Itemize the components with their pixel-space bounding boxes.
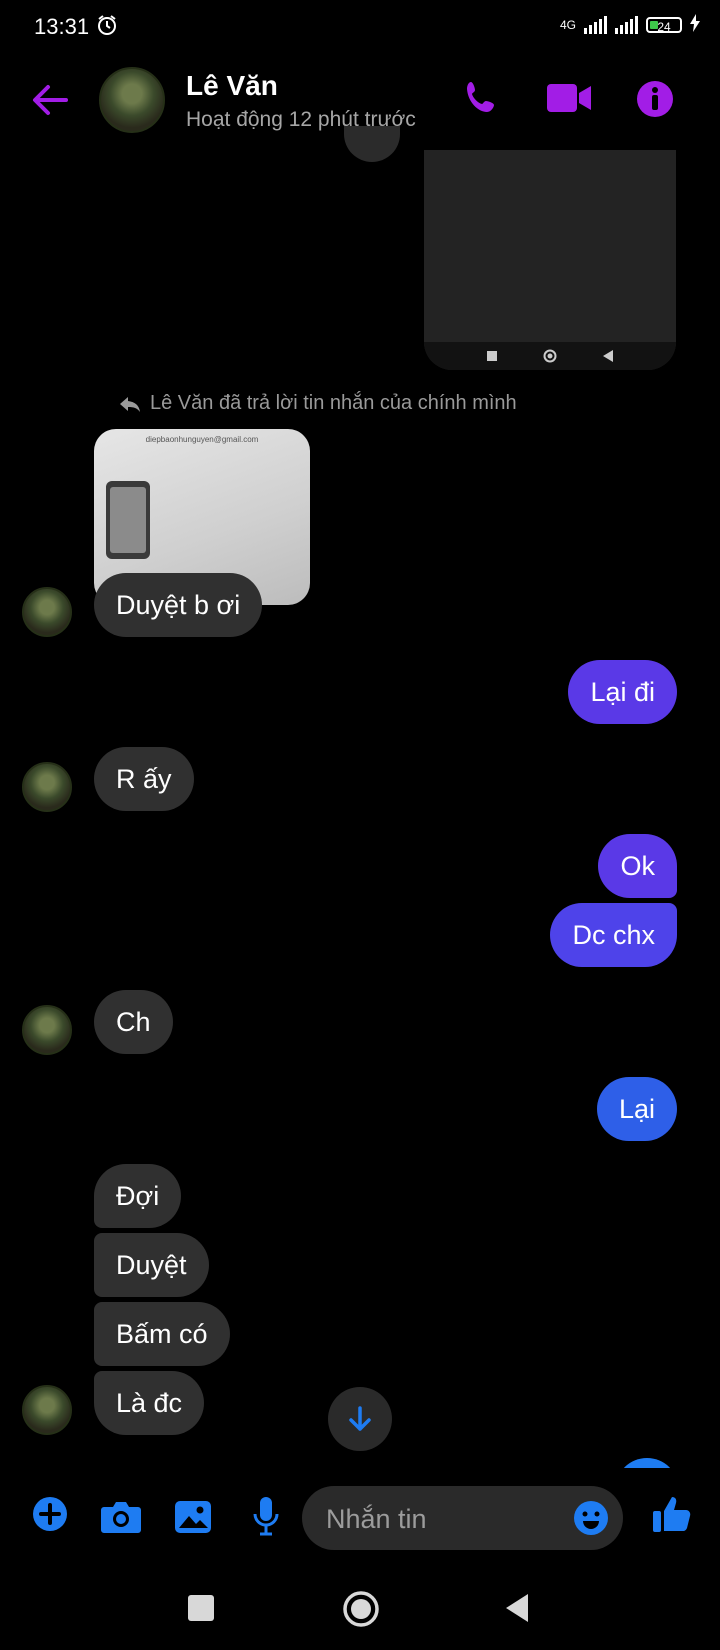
image-icon: [175, 1501, 211, 1533]
network-label: 4G: [559, 17, 576, 32]
back-triangle-icon: [506, 1594, 528, 1622]
message-outgoing[interactable]: Dc chx: [550, 903, 677, 967]
avatar[interactable]: [22, 1385, 72, 1435]
microphone-icon: [253, 1497, 279, 1536]
signal-icon: [584, 15, 607, 34]
home-button[interactable]: [342, 1590, 380, 1633]
message-incoming[interactable]: R ấy: [94, 747, 194, 811]
reply-note-text: Lê Văn đã trả lời tin nhắn của chính mìn…: [150, 392, 517, 414]
phone-illustration: [106, 481, 150, 559]
message-outgoing[interactable]: Lại đi: [568, 660, 677, 724]
add-button[interactable]: [32, 1496, 68, 1537]
video-call-button[interactable]: [546, 82, 592, 119]
home-circle-icon: [343, 1591, 379, 1627]
partial-message: [344, 126, 400, 162]
status-time: 13:31: [34, 14, 90, 39]
message-incoming[interactable]: Là đc: [94, 1371, 205, 1435]
message-incoming[interactable]: Ch: [94, 990, 173, 1054]
plus-icon: [33, 1497, 67, 1531]
thumbs-up-icon: [653, 1497, 691, 1532]
avatar[interactable]: [22, 762, 72, 812]
voice-button[interactable]: [252, 1496, 280, 1541]
back-button[interactable]: [28, 80, 72, 125]
scroll-to-bottom-button[interactable]: [328, 1387, 392, 1451]
info-button[interactable]: [636, 80, 674, 123]
charging-icon: [690, 14, 700, 35]
signal-icon-2: [615, 15, 638, 34]
back-arrow-icon: [33, 85, 68, 115]
avatar[interactable]: [22, 587, 72, 637]
reply-note: Lê Văn đã trả lời tin nhắn của chính mìn…: [118, 392, 517, 415]
voice-call-button[interactable]: [462, 78, 502, 123]
smiley-icon: [574, 1501, 608, 1535]
alarm-icon: [96, 14, 118, 41]
info-icon: [637, 81, 673, 117]
message-outgoing[interactable]: Ok: [598, 834, 677, 898]
screenshot-nav-strip: [424, 342, 676, 370]
contact-name[interactable]: Lê Văn: [186, 70, 278, 102]
circle-icon: [543, 349, 557, 363]
triangle-icon: [603, 350, 613, 362]
status-bar: 13:31 4G 24: [0, 0, 720, 56]
message-incoming[interactable]: Duyệt b ơi: [94, 573, 263, 637]
message-incoming[interactable]: Duyệt: [94, 1233, 209, 1297]
replied-image-email: diepbaonhunguyen@gmail.com: [145, 435, 259, 444]
like-button[interactable]: [652, 1494, 692, 1539]
arrow-down-icon: [349, 1406, 371, 1431]
reply-icon: [120, 396, 140, 412]
avatar[interactable]: [22, 1005, 72, 1055]
battery-level: 24: [657, 19, 671, 34]
square-icon: [487, 351, 497, 361]
square-icon: [188, 1595, 214, 1621]
system-back-button[interactable]: [504, 1592, 530, 1629]
message-outgoing[interactable]: Lại: [596, 1077, 677, 1141]
status-icons: 4G 24: [560, 14, 700, 35]
camera-button[interactable]: [100, 1500, 142, 1539]
gallery-button[interactable]: [174, 1500, 212, 1539]
message-input[interactable]: [324, 1486, 568, 1552]
phone-icon: [467, 82, 494, 112]
image-attachment[interactable]: [424, 150, 676, 370]
battery-icon: 24: [646, 16, 682, 34]
camera-icon: [101, 1502, 141, 1533]
message-incoming[interactable]: Bấm có: [94, 1302, 230, 1366]
video-icon: [547, 84, 591, 112]
contact-avatar[interactable]: [99, 67, 165, 133]
recents-button[interactable]: [187, 1594, 215, 1627]
message-input-wrapper: [302, 1486, 623, 1552]
message-incoming[interactable]: Đợi: [94, 1164, 182, 1228]
emoji-button[interactable]: [573, 1500, 609, 1541]
